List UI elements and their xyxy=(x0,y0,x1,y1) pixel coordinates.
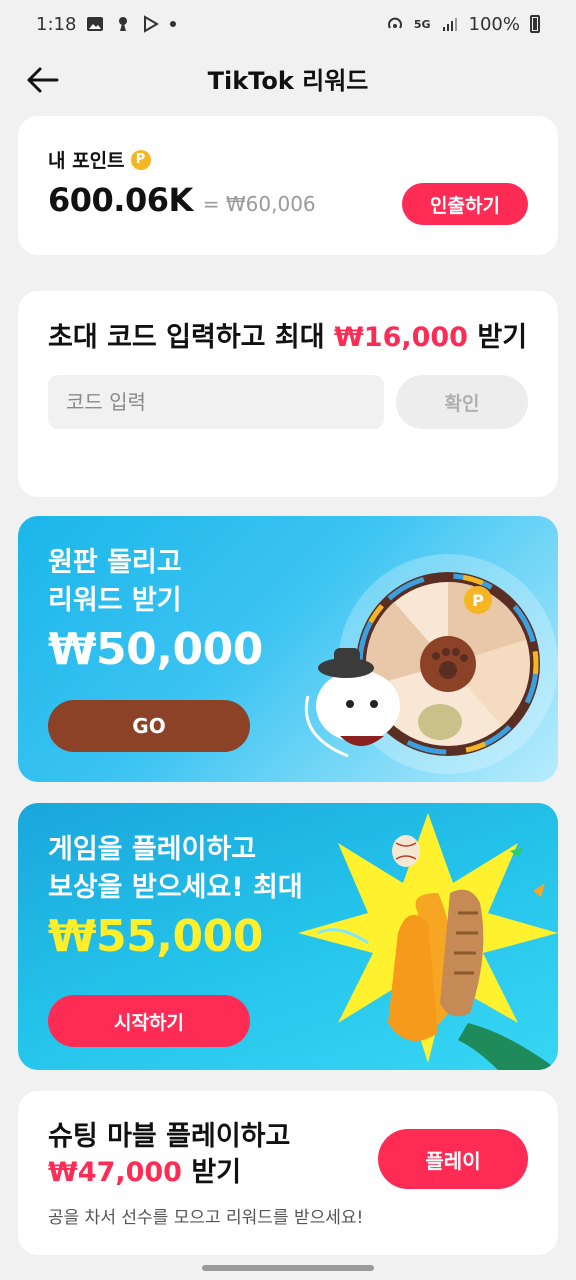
signal-icon xyxy=(442,18,457,31)
invite-input-row: 확인 xyxy=(48,375,528,429)
home-indicator[interactable] xyxy=(202,1265,374,1271)
marble-subtitle: 공을 차서 선수를 모으고 리워드를 받으세요! xyxy=(48,1208,364,1228)
coin-icon: P xyxy=(130,149,151,170)
invite-title-suffix: 받기 xyxy=(467,322,528,353)
network-label: 5G xyxy=(413,17,431,31)
points-value: 600.06K xyxy=(48,181,193,219)
wheel-banner-line1: 원판 돌리고 xyxy=(48,547,182,578)
status-bar-left: 1:18 xyxy=(36,13,177,35)
game-banner-line1: 게임을 플레이하고 xyxy=(48,834,257,865)
spin-wheel-banner[interactable]: P 원판 돌리고 리워드 받기 ₩50,000 GO xyxy=(18,516,558,782)
notification-dot-icon xyxy=(170,21,177,27)
wheel-banner-amount: ₩50,000 xyxy=(48,624,263,675)
game-banner-text: 게임을 플레이하고 보상을 받으세요! 최대 ₩55,000 xyxy=(48,831,303,962)
confirm-button[interactable]: 확인 xyxy=(396,375,528,429)
points-krw-equivalent: = ₩60,006 xyxy=(202,192,316,216)
battery-icon xyxy=(530,15,540,33)
status-time: 1:18 xyxy=(36,13,77,35)
high-five-illustration xyxy=(298,813,558,1070)
app-header: TikTok 리워드 xyxy=(0,48,576,108)
my-points-card: 내 포인트 P 600.06K = ₩60,006 인출하기 xyxy=(18,116,558,255)
points-label: 내 포인트 xyxy=(48,150,125,172)
wheel-banner-line2: 리워드 받기 xyxy=(48,585,182,616)
keyhole-icon xyxy=(119,17,128,31)
status-bar-right: 5G 100% xyxy=(386,14,540,35)
game-banner-line2: 보상을 받으세요! 최대 xyxy=(48,872,303,903)
wheel-banner-text: 원판 돌리고 리워드 받기 ₩50,000 xyxy=(48,544,263,675)
invite-code-input[interactable] xyxy=(48,375,384,429)
play-button[interactable]: 플레이 xyxy=(378,1129,528,1189)
battery-percent: 100% xyxy=(468,13,520,35)
svg-text:P: P xyxy=(472,591,484,610)
play-game-banner[interactable]: 게임을 플레이하고 보상을 받으세요! 최대 ₩55,000 시작하기 xyxy=(18,803,558,1070)
invite-title: 초대 코드 입력하고 최대 ₩16,000 받기 xyxy=(48,319,528,357)
hotspot-icon xyxy=(387,17,402,29)
gallery-icon xyxy=(87,17,104,31)
invite-title-prefix: 초대 코드 입력하고 최대 xyxy=(48,322,334,353)
marble-title-amount: ₩47,000 xyxy=(48,1157,182,1188)
status-bar: 1:18 5G 100% xyxy=(0,0,576,48)
start-button[interactable]: 시작하기 xyxy=(48,995,250,1047)
invite-code-card: 초대 코드 입력하고 최대 ₩16,000 받기 확인 xyxy=(18,291,558,497)
invite-title-amount: ₩16,000 xyxy=(334,322,468,353)
points-label-row: 내 포인트 P xyxy=(48,146,528,173)
arrow-left-icon xyxy=(27,67,59,93)
shooting-marble-card: 슈팅 마블 플레이하고 ₩47,000 받기 공을 차서 선수를 모으고 리워드… xyxy=(18,1091,558,1255)
spin-wheel-illustration: P xyxy=(304,554,558,774)
withdraw-button[interactable]: 인출하기 xyxy=(402,183,528,225)
page-title: TikTok 리워드 xyxy=(207,66,369,95)
back-button[interactable] xyxy=(20,58,64,102)
go-button[interactable]: GO xyxy=(48,700,250,752)
play-store-icon xyxy=(144,15,160,33)
marble-title-suffix: 받기 xyxy=(181,1157,242,1188)
game-banner-amount: ₩55,000 xyxy=(48,911,263,962)
